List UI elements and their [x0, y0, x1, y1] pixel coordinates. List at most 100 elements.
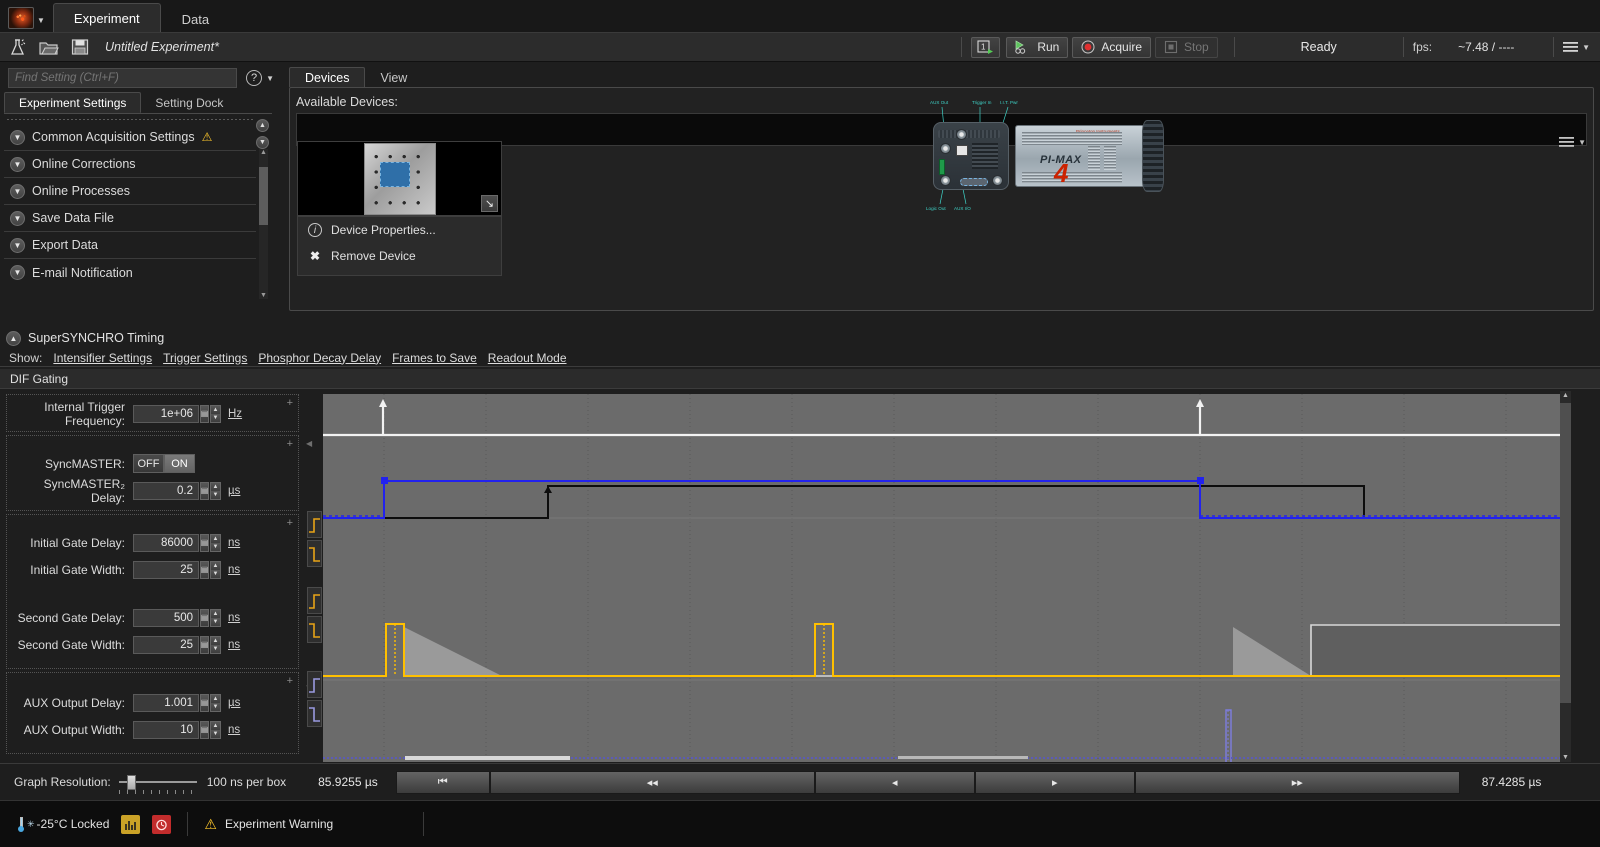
unit-label[interactable]: ns	[228, 639, 240, 651]
tab-experiment-settings[interactable]: Experiment Settings	[4, 92, 141, 113]
stop-button[interactable]: Stop	[1155, 37, 1218, 58]
link-trigger-settings[interactable]: Trigger Settings	[163, 351, 247, 365]
app-menu-button[interactable]: ▼	[1563, 41, 1590, 53]
toggle-on[interactable]: ON	[164, 454, 195, 473]
spinner-grip-icon[interactable]: ▤	[200, 721, 209, 739]
add-icon[interactable]: +	[287, 675, 293, 687]
open-folder-icon[interactable]	[36, 36, 62, 58]
step-back-button[interactable]: ◂	[815, 771, 975, 794]
spinner-grip-icon[interactable]: ▤	[200, 609, 209, 627]
spinner-grip-icon[interactable]: ▤	[200, 534, 209, 552]
link-intensifier-settings[interactable]: Intensifier Settings	[53, 351, 152, 365]
fast-forward-button[interactable]: ▸▸	[1135, 771, 1460, 794]
sidebar-item-online-corrections[interactable]: ▼ Online Corrections	[4, 151, 256, 178]
collapse-all-icon[interactable]: ▲	[256, 119, 269, 132]
second-gate-delay-input[interactable]	[133, 609, 199, 627]
unit-label[interactable]: ns	[228, 724, 240, 736]
spinner-up-icon[interactable]: ▲	[211, 406, 220, 414]
timing-graph[interactable]	[323, 391, 1560, 762]
ribbon-tab-experiment[interactable]: Experiment	[53, 3, 161, 32]
chevron-up-icon[interactable]: ▲	[6, 331, 21, 346]
spinner-grip-icon[interactable]: ▤	[200, 482, 209, 500]
graph-scrollbar-thumb[interactable]	[1560, 403, 1571, 703]
menu-item-device-properties[interactable]: i Device Properties...	[298, 217, 501, 243]
slider-knob[interactable]	[127, 775, 136, 790]
jump-to-start-button[interactable]: ⏮	[396, 771, 490, 794]
devices-menu-button[interactable]: ▼	[1559, 136, 1586, 148]
settings-scrollbar[interactable]: ▲ ▼	[259, 149, 268, 299]
new-experiment-icon[interactable]	[5, 36, 31, 58]
internal-trigger-frequency-input[interactable]	[133, 405, 199, 423]
timer-icon[interactable]	[152, 815, 171, 834]
unit-label[interactable]: ns	[228, 564, 240, 576]
unit-label[interactable]: ns	[228, 537, 240, 549]
sidebar-item-online-processes[interactable]: ▼ Online Processes	[4, 178, 256, 205]
spinner-up-icon[interactable]: ▲	[211, 722, 220, 730]
help-icon[interactable]: ?	[246, 70, 262, 86]
histogram-icon[interactable]	[121, 815, 140, 834]
unit-label[interactable]: Hz	[228, 408, 242, 420]
sidebar-item-save-data-file[interactable]: ▼ Save Data File	[4, 205, 256, 232]
link-readout-mode[interactable]: Readout Mode	[488, 351, 567, 365]
spinner-down-icon[interactable]: ▼	[211, 491, 220, 499]
aux-output-delay-edge-icon[interactable]	[307, 671, 322, 698]
spinner[interactable]: ▤ ▲▼	[200, 721, 221, 739]
chevron-down-icon[interactable]: ▼	[10, 157, 25, 172]
scrollbar-thumb[interactable]	[259, 167, 268, 225]
sidebar-item-email-notification[interactable]: ▼ E-mail Notification	[4, 259, 256, 286]
spinner-up-icon[interactable]: ▲	[211, 483, 220, 491]
spinner-up-icon[interactable]: ▲	[211, 562, 220, 570]
graph-scroll-down-icon[interactable]: ▼	[1562, 754, 1569, 761]
experiment-warning-status[interactable]: ⚠ Experiment Warning	[204, 816, 333, 833]
rewind-button[interactable]: ◂◂	[490, 771, 815, 794]
spinner-down-icon[interactable]: ▼	[211, 570, 220, 578]
menu-item-remove-device[interactable]: ✖ Remove Device	[298, 243, 501, 269]
spinner-grip-icon[interactable]: ▤	[200, 636, 209, 654]
scroll-up-arrow-icon[interactable]: ▲	[260, 149, 267, 156]
initial-gate-width-edge-icon[interactable]	[307, 540, 322, 567]
unit-label[interactable]: ns	[228, 612, 240, 624]
spinner-down-icon[interactable]: ▼	[211, 618, 220, 626]
second-gate-width-input[interactable]	[133, 636, 199, 654]
chevron-down-icon[interactable]: ▼	[10, 265, 25, 280]
tab-devices[interactable]: Devices	[289, 67, 365, 87]
run-button[interactable]: Run	[1006, 37, 1068, 58]
aux-output-delay-input[interactable]	[133, 694, 199, 712]
spinner-grip-icon[interactable]: ▤	[200, 694, 209, 712]
aux-output-width-input[interactable]	[133, 721, 199, 739]
spinner-down-icon[interactable]: ▼	[211, 645, 220, 653]
graph-resolution-slider[interactable]	[119, 775, 197, 789]
spinner[interactable]: ▤ ▲▼	[200, 561, 221, 579]
initial-gate-delay-input[interactable]	[133, 534, 199, 552]
search-input[interactable]	[8, 68, 237, 88]
spinner-up-icon[interactable]: ▲	[211, 695, 220, 703]
help-caret-icon[interactable]: ▼	[266, 74, 274, 83]
add-icon[interactable]: +	[287, 397, 293, 409]
add-icon[interactable]: +	[287, 438, 293, 450]
unit-label[interactable]: µs	[228, 697, 240, 709]
row-collapse-arrow-icon[interactable]: ◀	[306, 439, 312, 448]
spinner-up-icon[interactable]: ▲	[211, 610, 220, 618]
spinner-down-icon[interactable]: ▼	[211, 414, 220, 422]
chevron-down-icon[interactable]: ▼	[10, 184, 25, 199]
spinner[interactable]: ▤ ▲▼	[200, 405, 221, 423]
chevron-down-icon[interactable]: ▼	[10, 211, 25, 226]
initial-gate-delay-edge-icon[interactable]	[307, 511, 322, 538]
graph-scroll-up-icon[interactable]: ▲	[1562, 392, 1569, 399]
aux-output-width-edge-icon[interactable]	[307, 700, 322, 727]
spinner[interactable]: ▤ ▲▼	[200, 534, 221, 552]
app-menu-caret-icon[interactable]: ▼	[37, 16, 45, 25]
syncmaster-delay-input[interactable]	[133, 482, 199, 500]
scroll-down-arrow-icon[interactable]: ▼	[260, 292, 267, 299]
initial-gate-width-input[interactable]	[133, 561, 199, 579]
spinner-down-icon[interactable]: ▼	[211, 543, 220, 551]
spinner[interactable]: ▤ ▲▼	[200, 694, 221, 712]
add-icon[interactable]: +	[287, 517, 293, 529]
expand-all-icon[interactable]: ▼	[256, 136, 269, 149]
step-forward-button[interactable]: ▸	[975, 771, 1135, 794]
expand-device-icon[interactable]: ↘	[481, 195, 498, 212]
spinner-grip-icon[interactable]: ▤	[200, 561, 209, 579]
tab-setting-dock[interactable]: Setting Dock	[141, 93, 237, 113]
spinner-up-icon[interactable]: ▲	[211, 637, 220, 645]
graph-vertical-scrollbar[interactable]: ▲ ▼	[1560, 391, 1571, 762]
